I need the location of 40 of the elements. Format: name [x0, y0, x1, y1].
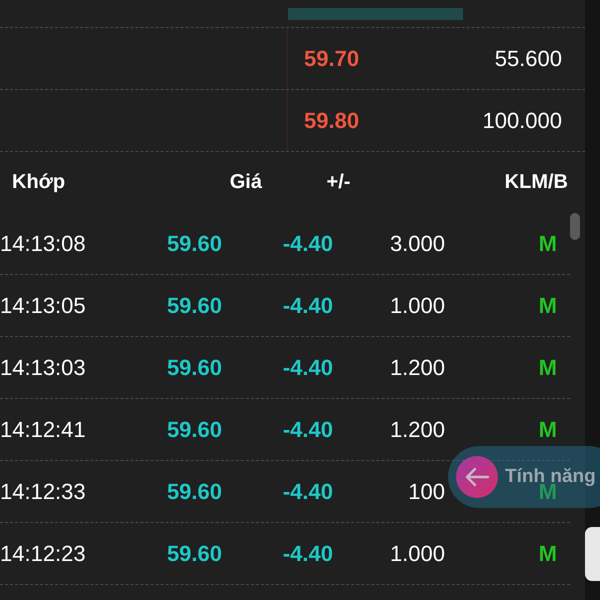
price-cell: 59.60	[166, 230, 222, 256]
time-cell: 14:13:05	[0, 292, 86, 318]
scrollbar-thumb[interactable]	[570, 213, 580, 240]
side-card[interactable]	[585, 527, 600, 581]
side-cell: M	[538, 354, 557, 380]
price-cell: 59.60	[166, 478, 222, 504]
volume-cell: 1.200	[390, 416, 445, 442]
time-cell: 14:12:41	[0, 416, 86, 442]
time-cell: 14:12:23	[0, 540, 86, 566]
change-cell: -4.40	[282, 478, 333, 504]
ask-price: 59.70	[304, 46, 360, 72]
price-cell: 59.60	[166, 540, 222, 566]
side-cell: M	[538, 292, 557, 318]
ask-price: 59.80	[304, 108, 360, 134]
change-cell: -4.40	[282, 540, 333, 566]
side-cell: M	[538, 230, 557, 256]
change-cell: -4.40	[282, 292, 333, 318]
volume-cell: 3.000	[390, 230, 445, 256]
volume-cell: 1.200	[390, 354, 445, 380]
price-cell: 59.60	[166, 354, 222, 380]
column-header: Khớp	[12, 171, 66, 194]
column-header: +/-	[326, 171, 350, 194]
change-cell: -4.40	[282, 230, 333, 256]
column-header: Giá	[230, 171, 262, 194]
price-cell: 59.60	[166, 416, 222, 442]
volume-cell: 1.000	[390, 540, 445, 566]
column-header: KLM/B	[504, 171, 568, 194]
price-cell: 59.60	[166, 292, 222, 318]
time-cell: 14:13:08	[0, 230, 86, 256]
time-cell: 14:12:33	[0, 478, 86, 504]
side-cell: M	[538, 540, 557, 566]
side-cell: M	[538, 416, 557, 442]
volume-cell: 1.000	[390, 292, 445, 318]
back-arrow-icon	[464, 466, 490, 488]
change-cell: -4.40	[282, 416, 333, 442]
ask-volume: 100.000	[482, 108, 562, 134]
time-cell: 14:13:03	[0, 354, 86, 380]
ask-volume: 55.600	[494, 46, 562, 72]
volume-cell: 100	[408, 478, 445, 504]
change-cell: -4.40	[282, 354, 333, 380]
